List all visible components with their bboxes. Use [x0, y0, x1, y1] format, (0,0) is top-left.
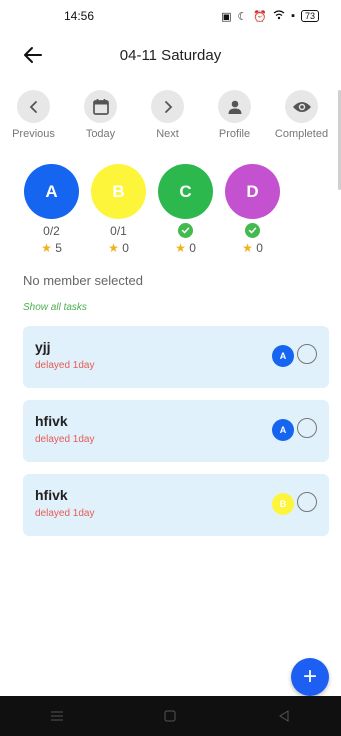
- member-c[interactable]: C ★ 0: [157, 164, 214, 255]
- member-stars: ★ 0: [175, 241, 196, 255]
- completed-button[interactable]: Completed: [268, 90, 335, 150]
- task-complete-radio[interactable]: [297, 418, 317, 438]
- member-a[interactable]: A 0/2 ★ 5: [23, 164, 80, 255]
- member-stars: ★ 0: [108, 241, 129, 255]
- calendar-icon: [84, 90, 117, 123]
- task-assignee-avatar: A: [272, 345, 294, 367]
- app-bar: 04-11 Saturday: [0, 32, 341, 78]
- member-progress: 0/2: [43, 224, 60, 238]
- nfc-icon: ▣: [221, 10, 232, 23]
- member-avatar[interactable]: B: [91, 164, 146, 219]
- battery-icon: 73: [300, 10, 319, 22]
- wifi-icon: [273, 9, 285, 23]
- status-bar: 14:56 ▣ ☾ ⏰ ▪ 73: [0, 0, 341, 32]
- show-all-tasks-link[interactable]: Show all tasks: [23, 302, 341, 313]
- member-b[interactable]: B 0/1 ★ 0: [90, 164, 147, 255]
- star-icon: ★: [108, 241, 119, 255]
- task-assignee-avatar: A: [272, 419, 294, 441]
- menu-icon[interactable]: [37, 701, 77, 731]
- check-icon: [245, 223, 260, 238]
- star-count: 0: [256, 241, 263, 255]
- sim-icon: ▪: [291, 10, 295, 22]
- status-icons: ▣ ☾ ⏰ ▪ 73: [221, 9, 319, 23]
- chevron-right-icon: [151, 90, 184, 123]
- task-card[interactable]: hfivk delayed 1day B: [23, 474, 329, 536]
- member-d[interactable]: D ★ 0: [224, 164, 281, 255]
- next-button[interactable]: Next: [134, 90, 201, 150]
- previous-label: Previous: [12, 128, 55, 140]
- star-count: 0: [122, 241, 129, 255]
- profile-label: Profile: [218, 128, 251, 140]
- task-list: yjj delayed 1day A hfivk delayed 1day A …: [0, 326, 341, 536]
- member-avatar[interactable]: C: [158, 164, 213, 219]
- star-icon: ★: [175, 241, 186, 255]
- member-stars: ★ 0: [242, 241, 263, 255]
- date-toolbar: Previous Today Next Profile Completed: [0, 90, 341, 190]
- member-stars: ★ 5: [41, 241, 62, 255]
- today-label: Today: [85, 128, 116, 140]
- previous-button[interactable]: Previous: [0, 90, 67, 150]
- person-icon: [218, 90, 251, 123]
- back-triangle-icon[interactable]: [264, 701, 304, 731]
- alarm-icon: ⏰: [253, 10, 268, 23]
- profile-button[interactable]: Profile: [201, 90, 268, 150]
- dnd-moon-icon: ☾: [237, 10, 248, 23]
- star-count: 5: [55, 241, 62, 255]
- star-count: 0: [189, 241, 196, 255]
- completed-label: Completed: [274, 128, 329, 140]
- task-card[interactable]: hfivk delayed 1day A: [23, 400, 329, 462]
- task-complete-radio[interactable]: [297, 492, 317, 512]
- home-icon[interactable]: [150, 701, 190, 731]
- member-avatar[interactable]: A: [24, 164, 79, 219]
- member-avatar[interactable]: D: [225, 164, 280, 219]
- today-button[interactable]: Today: [67, 90, 134, 150]
- chevron-left-icon: [17, 90, 50, 123]
- status-time: 14:56: [64, 9, 95, 23]
- member-list: A 0/2 ★ 5 B 0/1 ★ 0 C ★ 0 D ★ 0: [0, 164, 341, 255]
- check-icon: [178, 223, 193, 238]
- task-card[interactable]: yjj delayed 1day A: [23, 326, 329, 388]
- task-complete-radio[interactable]: [297, 344, 317, 364]
- system-nav-bar: [0, 696, 341, 736]
- member-progress: 0/1: [110, 224, 127, 238]
- eye-icon: [285, 90, 318, 123]
- star-icon: ★: [41, 241, 52, 255]
- back-arrow-icon[interactable]: [22, 44, 46, 68]
- star-icon: ★: [242, 241, 253, 255]
- selection-status: No member selected: [23, 273, 143, 288]
- next-label: Next: [156, 128, 179, 140]
- page-title: 04-11 Saturday: [119, 46, 222, 64]
- add-task-button[interactable]: +: [291, 658, 329, 696]
- task-assignee-avatar: B: [272, 493, 294, 515]
